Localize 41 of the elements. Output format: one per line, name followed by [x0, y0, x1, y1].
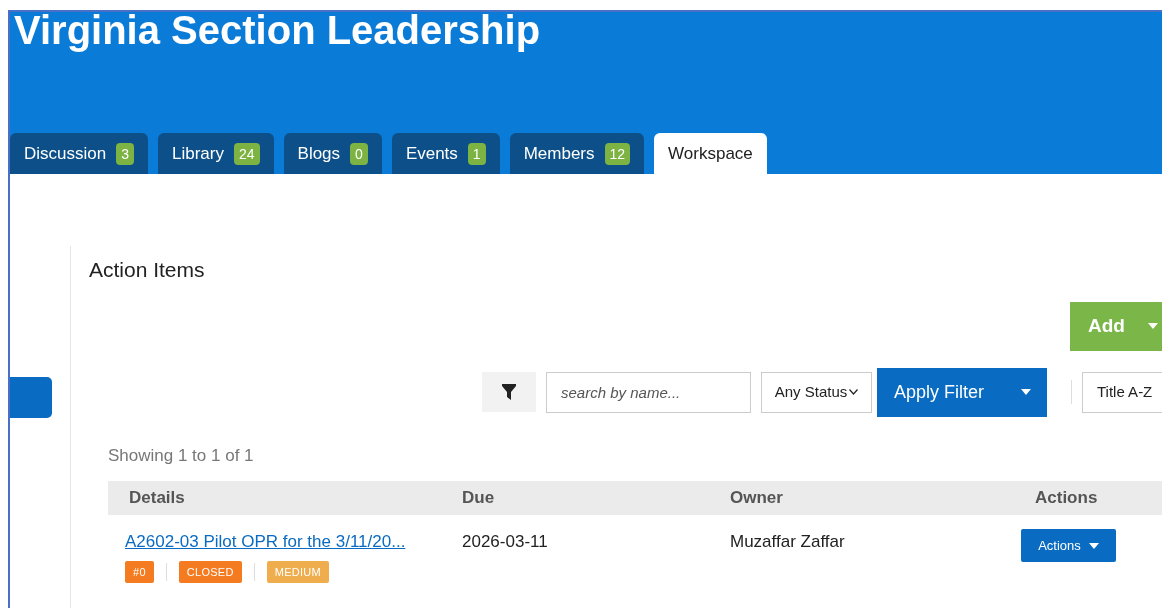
search-field[interactable]: search by name...	[546, 371, 751, 413]
count-badge: 3	[116, 142, 134, 165]
status-tag: #0	[125, 560, 154, 583]
tab[interactable]: Discussion 3	[10, 133, 148, 174]
column-header: Due	[462, 487, 496, 510]
caret-icon	[1021, 389, 1031, 395]
section-title: Action Items	[89, 257, 206, 283]
tab-label: Events	[405, 142, 458, 165]
tab[interactable]: Blogs 0	[283, 133, 382, 174]
count-badge: 24	[233, 142, 260, 165]
tab-label: Blogs	[297, 142, 341, 165]
count-badge: 0	[350, 142, 368, 165]
status-tag: MEDIUM	[266, 560, 329, 583]
column-header: Actions	[1034, 487, 1099, 510]
tab-label: Library	[172, 142, 224, 165]
sort-dropdown[interactable]: Title A-Z	[1082, 371, 1162, 413]
chevron-icon	[849, 389, 859, 395]
column-header: Owner	[730, 487, 784, 510]
group-title: Virginia Section Leadership	[14, 12, 542, 50]
item-link[interactable]: A2602-03 Pilot OPR for the 3/11/20...	[125, 529, 462, 555]
apply-filter-button[interactable]: Apply Filter	[877, 367, 1047, 417]
tab-label: Discussion	[24, 142, 107, 165]
results-summary: Showing 1 to 1 of 1	[108, 444, 255, 467]
owner-name: Muzaffar Zaffar	[730, 531, 846, 553]
status-tag: CLOSED	[178, 560, 242, 583]
tab-label: Members	[523, 142, 595, 165]
column-header: Details	[128, 487, 186, 510]
tab[interactable]: Library 24	[158, 133, 274, 174]
due-date: 2026-03-11	[462, 531, 549, 553]
actions-button[interactable]: Actions	[1021, 529, 1116, 562]
filter-icon-button[interactable]	[482, 372, 536, 412]
tab-label: Workspace	[668, 142, 753, 165]
tab[interactable]: Workspace	[654, 133, 767, 174]
count-badge: 1	[467, 142, 486, 165]
caret-icon	[1148, 323, 1158, 329]
status-dropdown[interactable]: Any Status	[761, 371, 872, 413]
caret-icon	[1088, 542, 1099, 549]
tab[interactable]: Members 12	[509, 133, 645, 174]
count-badge: 12	[604, 142, 631, 165]
filter-icon	[502, 384, 516, 400]
tab[interactable]: Events 1	[391, 133, 500, 174]
